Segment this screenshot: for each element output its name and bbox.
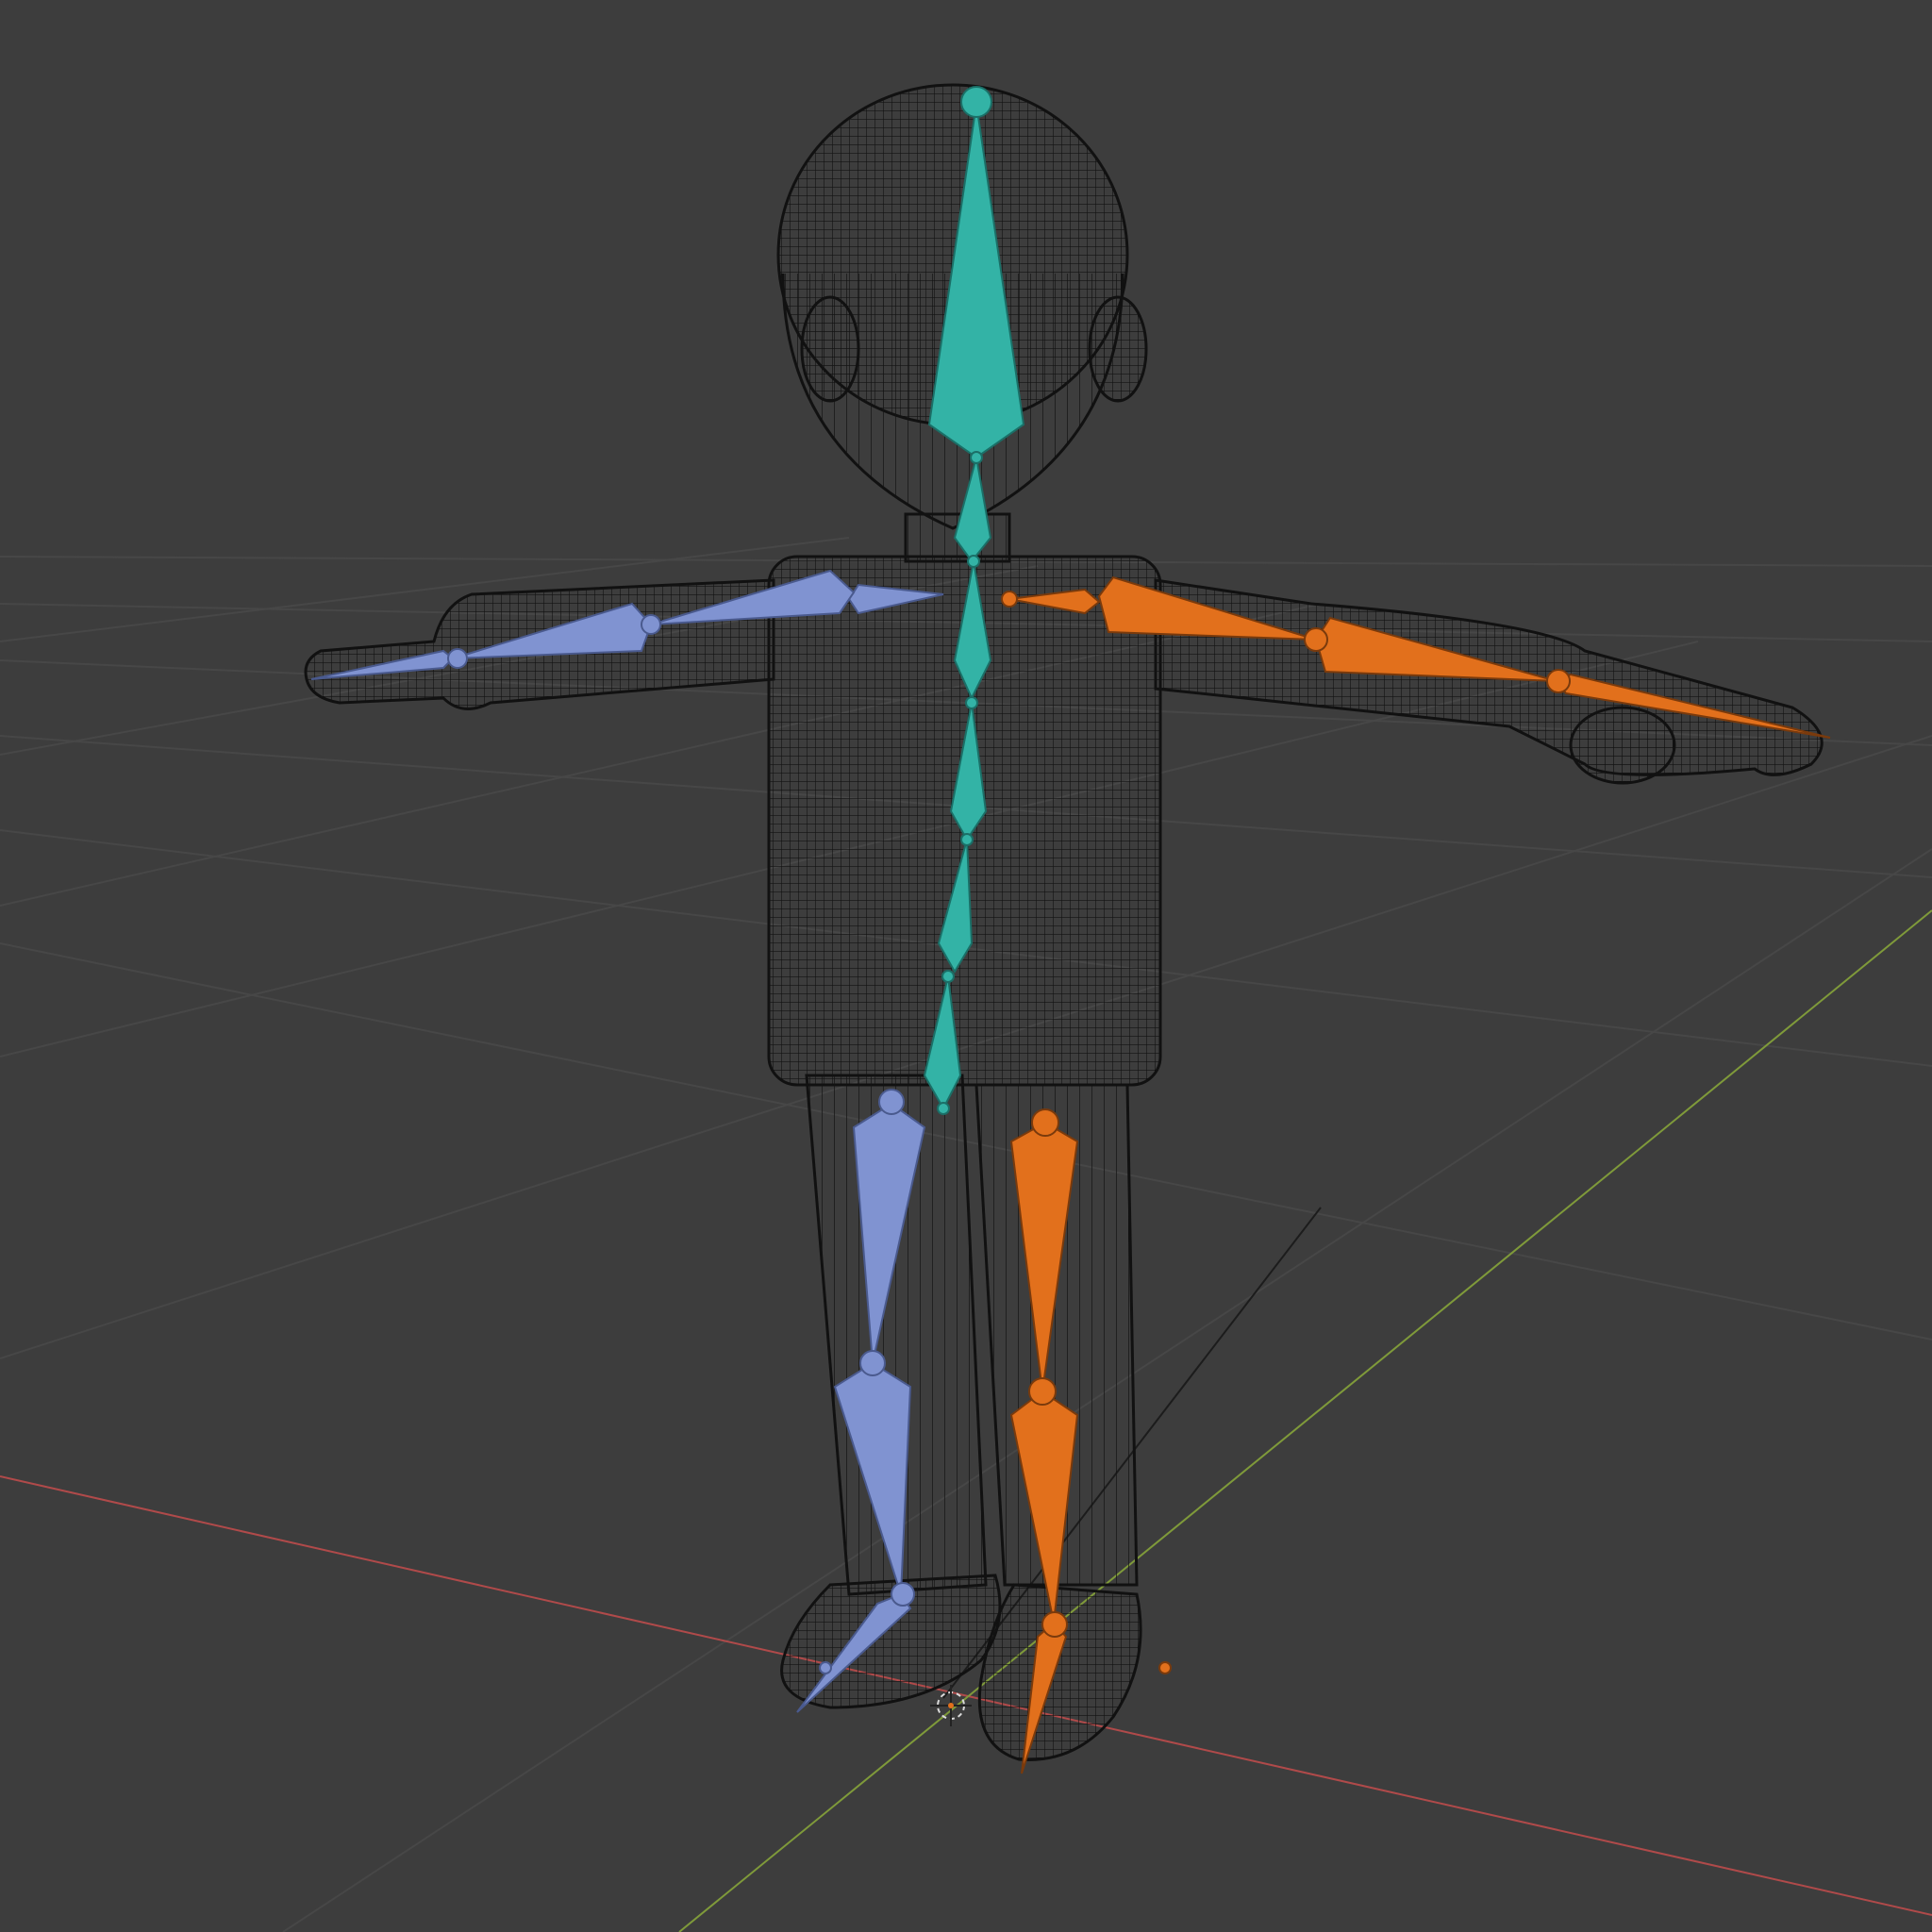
- spine-joint: [970, 451, 983, 464]
- bone-head-tip-joint[interactable]: [960, 86, 992, 118]
- leg-joint: [878, 1089, 905, 1115]
- spine-joint: [967, 555, 980, 568]
- right-hand-mesh: [1569, 706, 1676, 785]
- leg-joint: [819, 1661, 832, 1674]
- spine-joint: [941, 970, 955, 983]
- arm-joint: [1304, 627, 1328, 652]
- arm-joint: [447, 648, 468, 669]
- leg-joint: [1031, 1108, 1059, 1137]
- 3d-viewport[interactable]: [0, 0, 1932, 1932]
- leg-joint: [1041, 1611, 1068, 1638]
- leg-joint: [1158, 1661, 1172, 1674]
- leg-joint: [1028, 1377, 1057, 1406]
- spine-joint: [960, 833, 974, 846]
- arm-joint: [1546, 669, 1571, 693]
- spine-joint: [937, 1102, 950, 1115]
- spine-joint: [965, 696, 978, 709]
- leg-joint: [891, 1582, 915, 1607]
- viewport-canvas[interactable]: [0, 0, 1932, 1932]
- arm-joint: [641, 614, 661, 635]
- arm-joint: [1001, 591, 1018, 608]
- leg-joint: [859, 1350, 886, 1376]
- right-foot-mesh: [977, 1583, 1142, 1761]
- 3d-cursor-icon[interactable]: [930, 1685, 972, 1726]
